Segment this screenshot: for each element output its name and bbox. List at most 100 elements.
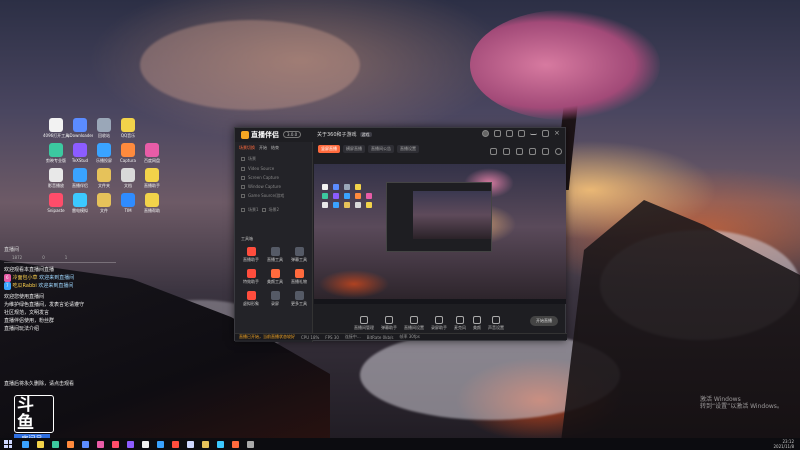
tab-notice[interactable]: 直播间公告 bbox=[368, 145, 394, 153]
desktop-icon[interactable]: Captura bbox=[116, 143, 140, 164]
scene-footer[interactable]: 场景1 场景2 bbox=[235, 205, 312, 215]
desktop-icon[interactable]: 文档 bbox=[116, 168, 140, 189]
close-icon[interactable]: × bbox=[554, 130, 561, 137]
desktop-icon[interactable]: Snipaste bbox=[44, 193, 68, 214]
streaming-app-window[interactable]: 直播伴侣 3.0.0 关于360和子游戏 游戏 × 场景切换 开始 结束 场景 V… bbox=[234, 127, 567, 342]
control-button[interactable]: 直播间设置 bbox=[404, 315, 424, 331]
share-icon[interactable] bbox=[555, 148, 562, 155]
desktop-icon[interactable]: 百度网盘 bbox=[140, 143, 164, 164]
scene-footer-label[interactable]: 场景1 bbox=[248, 207, 259, 213]
message-icon[interactable] bbox=[494, 130, 501, 137]
scene-item[interactable]: 场景 bbox=[235, 154, 312, 164]
scene-footer-label[interactable]: 场景2 bbox=[269, 207, 280, 213]
control-button[interactable]: 直播间管理 bbox=[354, 315, 374, 331]
desktop-icon[interactable]: TeXStud bbox=[68, 143, 92, 164]
toolbox-item[interactable]: 虚拟形象 bbox=[239, 291, 263, 307]
desktop-icon[interactable]: TIM bbox=[116, 193, 140, 214]
taskbar-app-icon[interactable] bbox=[157, 440, 164, 448]
desktop-icon[interactable]: 直播帮助 bbox=[140, 193, 164, 214]
stat-likes: 1 bbox=[64, 255, 68, 260]
settings-icon[interactable] bbox=[518, 130, 525, 137]
toolbox-item[interactable]: 直播助手 bbox=[239, 247, 263, 263]
toolbox-item[interactable]: 更多工具 bbox=[287, 291, 311, 307]
record-icon[interactable] bbox=[503, 148, 510, 155]
checkbox-icon[interactable] bbox=[241, 166, 245, 171]
fullscreen-icon[interactable] bbox=[529, 148, 536, 155]
toolbox-item[interactable]: 直播工具 bbox=[263, 247, 287, 263]
control-button[interactable]: 弹幕助手 bbox=[381, 315, 397, 331]
control-button[interactable]: 美颜 bbox=[473, 315, 481, 331]
home-icon[interactable] bbox=[542, 148, 549, 155]
desktop-icon[interactable]: 文件夹 bbox=[92, 168, 116, 189]
desktop-icon[interactable]: 雷电模拟 bbox=[68, 193, 92, 214]
taskbar-app-icon[interactable] bbox=[82, 440, 89, 448]
desktop-icon[interactable]: 直播伴侣 bbox=[68, 168, 92, 189]
toolbox-item[interactable]: 直播礼物 bbox=[287, 269, 311, 285]
stream-preview[interactable] bbox=[314, 164, 566, 304]
taskbar-app-icon[interactable] bbox=[202, 440, 209, 448]
desktop-icon[interactable]: 乐播投屏 bbox=[92, 143, 116, 164]
minimize-icon[interactable] bbox=[530, 130, 537, 135]
start-live-button[interactable]: 开始直播 bbox=[530, 316, 558, 326]
mic-icon[interactable] bbox=[516, 148, 523, 155]
control-button[interactable]: 录屏助手 bbox=[431, 315, 447, 331]
taskbar-app-icon[interactable] bbox=[22, 440, 29, 448]
desktop-icon[interactable]: QQ音乐 bbox=[116, 118, 140, 139]
control-button[interactable]: 麦克风 bbox=[454, 315, 466, 331]
desktop-icon-label: QQ音乐 bbox=[120, 133, 136, 138]
maximize-icon[interactable] bbox=[542, 130, 549, 137]
taskbar-app-icon[interactable] bbox=[172, 440, 179, 448]
status-fps: FPS 30 bbox=[325, 334, 339, 340]
scene-item[interactable]: Video Source bbox=[235, 164, 312, 173]
tab-start[interactable]: 开始 bbox=[259, 145, 267, 151]
taskbar-app-icon[interactable] bbox=[67, 440, 74, 448]
taskbar-app-icon[interactable] bbox=[52, 440, 59, 448]
taskbar-app-icon[interactable] bbox=[112, 440, 119, 448]
tab-portrait[interactable]: 竖屏直播 bbox=[318, 145, 340, 153]
taskbar-app-icon[interactable] bbox=[37, 440, 44, 448]
toolbox-item[interactable]: 弹幕工具 bbox=[287, 247, 311, 263]
taskbar-app-icon[interactable] bbox=[127, 440, 134, 448]
version-badge[interactable]: 3.0.0 bbox=[283, 131, 302, 138]
toolbox-item[interactable]: 录屏 bbox=[263, 291, 287, 307]
desktop-icon[interactable]: 直播助手 bbox=[140, 168, 164, 189]
scene-item[interactable]: Game Source/游戏 bbox=[235, 191, 312, 201]
gift-icon[interactable] bbox=[506, 130, 513, 137]
desktop-icon[interactable]: 影音播放 bbox=[44, 168, 68, 189]
desktop-icon[interactable]: 4096打开工具 bbox=[43, 118, 69, 139]
checkbox-icon[interactable] bbox=[241, 175, 245, 180]
control-button[interactable]: 声音设置 bbox=[488, 315, 504, 331]
control-icon bbox=[435, 315, 443, 324]
desktop-icon[interactable]: 文件 bbox=[92, 193, 116, 214]
tab-settings[interactable]: 直播设置 bbox=[397, 145, 419, 153]
toolbox-item[interactable]: 美颜工具 bbox=[263, 269, 287, 285]
toolbox-item[interactable]: 特效助手 bbox=[239, 269, 263, 285]
room-category-tag[interactable]: 游戏 bbox=[359, 132, 372, 137]
scene-item[interactable]: Window Capture bbox=[235, 182, 312, 191]
desktop-icon-label: uDownloader bbox=[67, 133, 93, 138]
taskbar-app-icon[interactable] bbox=[187, 440, 194, 448]
tab-end[interactable]: 结束 bbox=[271, 145, 279, 151]
checkbox-icon[interactable] bbox=[241, 184, 245, 189]
desktop-icon[interactable]: uDownloader bbox=[67, 118, 93, 139]
layout-icon[interactable] bbox=[490, 148, 497, 155]
checkbox-icon[interactable] bbox=[241, 157, 245, 161]
chat-message: 社区规范，文明发言 bbox=[4, 310, 50, 316]
taskbar-app-icon[interactable] bbox=[142, 440, 149, 448]
desktop-icon[interactable]: 剪映专业版 bbox=[44, 143, 68, 164]
checkbox-icon[interactable] bbox=[241, 194, 245, 198]
tab-landscape[interactable]: 横屏直播 bbox=[343, 145, 365, 153]
desktop-icon[interactable]: 回收站 bbox=[92, 118, 116, 139]
system-tray-clock[interactable]: 23:12 2021/11/8 bbox=[773, 439, 794, 449]
app-icon bbox=[97, 193, 111, 207]
windows-start-icon[interactable] bbox=[4, 440, 12, 448]
avatar-icon[interactable] bbox=[482, 130, 489, 137]
taskbar-app-icon[interactable] bbox=[97, 440, 104, 448]
desktop-icon[interactable] bbox=[140, 118, 164, 139]
app-titlebar[interactable]: 直播伴侣 3.0.0 关于360和子游戏 游戏 × bbox=[235, 128, 565, 141]
tab-scene-switch[interactable]: 场景切换 bbox=[239, 145, 255, 151]
taskbar-app-icon[interactable] bbox=[232, 440, 239, 448]
taskbar-app-icon[interactable] bbox=[217, 440, 224, 448]
scene-item[interactable]: Screen Capture bbox=[235, 173, 312, 182]
taskbar-app-icon[interactable] bbox=[247, 440, 254, 448]
